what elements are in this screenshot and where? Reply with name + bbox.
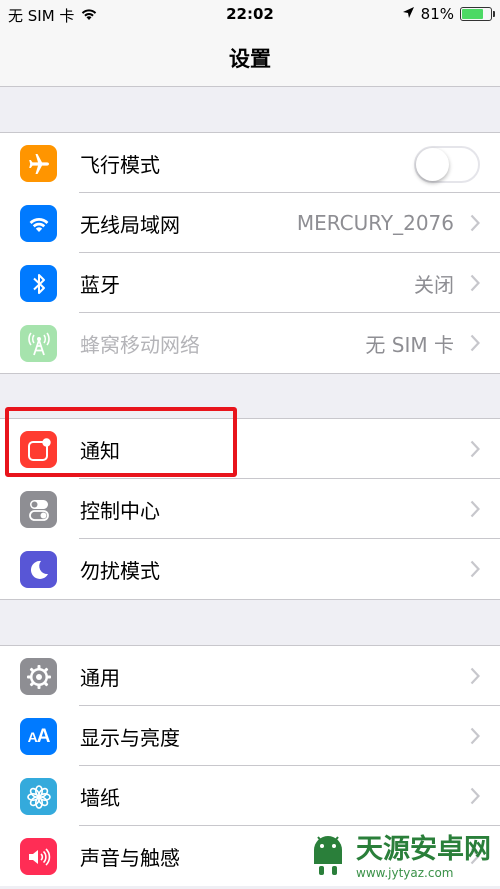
settings-group-connectivity: 飞行模式 无线局域网 MERCURY_2076 蓝牙 关闭 蜂窝移动网络 无 S… — [0, 132, 500, 374]
wlan-label: 无线局域网 — [80, 212, 180, 237]
battery-icon — [460, 7, 495, 21]
toggle-knob — [416, 148, 449, 181]
moon-icon — [20, 551, 57, 588]
chevron-right-icon — [470, 667, 481, 689]
general-label: 通用 — [80, 665, 120, 690]
settings-row-bluetooth[interactable]: 蓝牙 关闭 — [0, 253, 500, 313]
watermark-url: www.jytyaz.com — [356, 866, 454, 880]
battery-level-fill — [462, 9, 484, 19]
settings-row-control-center[interactable]: 控制中心 — [0, 479, 500, 539]
page-title: 设置 — [229, 47, 271, 71]
location-arrow-icon — [402, 5, 415, 23]
settings-row-display-brightness[interactable]: AA 显示与亮度 — [0, 706, 500, 766]
bluetooth-value: 关闭 — [414, 272, 454, 297]
chevron-right-icon — [470, 787, 481, 809]
settings-row-airplane-mode: 飞行模式 — [0, 133, 500, 193]
navigation-bar: 设置 — [0, 30, 500, 87]
status-bar: 无 SIM 卡 22:02 81% — [0, 0, 500, 30]
watermark-text: 天源安卓网 — [356, 834, 491, 865]
android-logo-icon — [306, 834, 350, 882]
wallpaper-label: 墙纸 — [80, 785, 120, 810]
airplane-mode-label: 飞行模式 — [80, 152, 160, 177]
airplane-mode-toggle[interactable] — [414, 146, 480, 183]
cellular-icon — [20, 325, 57, 362]
chevron-right-icon — [470, 274, 481, 296]
settings-row-do-not-disturb[interactable]: 勿扰模式 — [0, 539, 500, 599]
do-not-disturb-label: 勿扰模式 — [80, 558, 160, 583]
watermark: 天源安卓网 www.jytyaz.com — [306, 830, 496, 886]
sounds-haptics-label: 声音与触感 — [80, 845, 180, 870]
battery-percent: 81% — [420, 5, 454, 23]
airplane-icon — [20, 145, 57, 182]
control-center-icon — [20, 491, 57, 528]
wifi-icon — [20, 205, 57, 242]
cellular-label: 蜂窝移动网络 — [80, 332, 200, 357]
status-right: 81% — [402, 5, 495, 23]
chevron-right-icon — [470, 334, 481, 356]
wallpaper-icon — [20, 778, 57, 815]
chevron-right-icon — [470, 214, 481, 236]
sound-icon — [20, 838, 57, 875]
cellular-value: 无 SIM 卡 — [365, 332, 454, 357]
settings-row-wallpaper[interactable]: 墙纸 — [0, 766, 500, 826]
gear-icon — [20, 658, 57, 695]
control-center-label: 控制中心 — [80, 498, 160, 523]
chevron-right-icon — [470, 440, 481, 462]
settings-row-general[interactable]: 通用 — [0, 646, 500, 706]
display-brightness-label: 显示与亮度 — [80, 725, 180, 750]
bluetooth-label: 蓝牙 — [80, 272, 120, 297]
bluetooth-icon — [20, 265, 57, 302]
wlan-value: MERCURY_2076 — [296, 211, 454, 235]
highlight-annotation-box — [5, 407, 237, 477]
chevron-right-icon — [470, 500, 481, 522]
display-brightness-icon: AA — [20, 718, 57, 755]
settings-row-wlan[interactable]: 无线局域网 MERCURY_2076 — [0, 193, 500, 253]
chevron-right-icon — [470, 560, 481, 582]
chevron-right-icon — [470, 727, 481, 749]
settings-row-cellular[interactable]: 蜂窝移动网络 无 SIM 卡 — [0, 313, 500, 373]
